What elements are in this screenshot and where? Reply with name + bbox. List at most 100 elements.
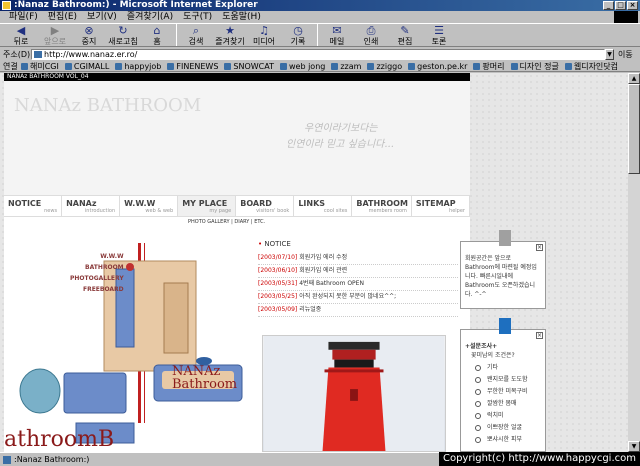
nav-www[interactable]: W.W.W web & web	[120, 196, 179, 216]
history-button[interactable]: ◷ 기록	[281, 24, 315, 47]
nav-my-place[interactable]: MY PLACE my page	[178, 196, 237, 216]
nav-sitemap[interactable]: SITEMAP helper	[412, 196, 470, 216]
link-item[interactable]: web jong	[280, 62, 325, 71]
menu-help[interactable]: 도움말(H)	[217, 11, 266, 23]
notice-row[interactable]: [2003/05/25] 아직 완성되지 못한 부분이 많네요^^;	[258, 291, 458, 304]
stop-button[interactable]: ⊗ 중지	[72, 24, 106, 47]
page-icon	[34, 50, 42, 58]
popup-drag-marker[interactable]	[499, 230, 511, 246]
home-button[interactable]: ⌂ 홈	[140, 24, 174, 47]
radio-button[interactable]	[475, 365, 481, 371]
notice-row[interactable]: [2003/07/10] 회원가입 에러 수정	[258, 252, 458, 265]
slogan-line-1: 우연이라기보다는	[304, 123, 378, 134]
menu-favorites[interactable]: 즐겨찾기(A)	[122, 11, 178, 23]
discuss-button[interactable]: ☰ 토론	[422, 24, 456, 47]
link-item[interactable]: zziggo	[367, 62, 402, 71]
scroll-down-button[interactable]: ▼	[628, 441, 640, 452]
nav-notice[interactable]: NOTICE news	[4, 196, 63, 216]
popup-close-icon[interactable]: ×	[536, 244, 543, 251]
link-page-icon	[280, 62, 287, 70]
notice-title: • NOTICE	[258, 240, 291, 248]
link-item[interactable]: 웹디자인닷컴	[564, 61, 618, 72]
left-menu-bathroom[interactable]: BATHROOM	[70, 262, 124, 273]
forward-arrow-icon: ▶	[50, 24, 60, 37]
left-menu-www[interactable]: W.W.W	[70, 251, 123, 262]
notice-popup: × 회원공간은 앞으로 Bathroom에 마련될 예정입니다. 빠른시일내에 …	[460, 230, 546, 309]
notice-row[interactable]: [2003/05/31] 4번째 Bathroom OPEN	[258, 278, 458, 291]
scroll-thumb[interactable]	[628, 84, 640, 174]
mail-button[interactable]: ✉ 메일	[320, 24, 354, 47]
address-dropdown-button[interactable]: ▼	[605, 48, 614, 60]
link-item[interactable]: SNOWCAT	[224, 62, 274, 71]
search-button[interactable]: ⌕ 검색	[179, 24, 213, 47]
home-icon: ⌂	[153, 24, 161, 37]
edit-icon: ✎	[400, 24, 410, 37]
link-item[interactable]: happyjob	[115, 62, 161, 71]
link-item[interactable]: 해미CGI	[21, 61, 59, 72]
link-item[interactable]: zzam	[331, 62, 361, 71]
poll-question: 꽃미남의 조건은?	[471, 352, 515, 359]
radio-button[interactable]	[475, 413, 481, 419]
mail-icon: ✉	[332, 24, 342, 37]
notice-row[interactable]: [2003/06/10] 회원가입 에러 관련	[258, 265, 458, 278]
print-button[interactable]: ⎙ 인쇄	[354, 24, 388, 47]
notice-row[interactable]: [2003/05/09] 리뉴얼중	[258, 304, 458, 317]
discuss-icon: ☰	[434, 24, 444, 37]
menu-file[interactable]: 파일(F)	[4, 11, 43, 23]
maximize-button[interactable]: □	[615, 1, 626, 10]
link-page-icon	[367, 62, 375, 70]
link-item[interactable]: geston.pe.kr	[408, 62, 467, 71]
link-page-icon	[408, 62, 416, 70]
poll-option[interactable]: 무한한 미목구비	[475, 386, 541, 398]
sub-nav[interactable]: PHOTO GALLERY | DIARY | ETC.	[188, 219, 265, 225]
address-label: 주소(D)	[3, 49, 31, 59]
nav-bathroom[interactable]: BATHROOM members room	[352, 196, 412, 216]
menu-view[interactable]: 보기(V)	[82, 11, 122, 23]
forward-button[interactable]: ▶ 앞으로	[38, 24, 72, 47]
radio-button[interactable]	[475, 437, 481, 443]
poll-option[interactable]: 이쁘장한 얼굴	[475, 422, 541, 434]
close-button[interactable]: ×	[627, 1, 638, 10]
windows-logo-icon	[614, 11, 638, 23]
left-menu-freeboard[interactable]: FREEBOARD	[70, 284, 124, 295]
link-item[interactable]: FINENEWS	[167, 62, 218, 71]
poll-option[interactable]: 뽀샤시한 피부	[475, 434, 541, 446]
link-item[interactable]: CGIMALL	[64, 62, 109, 71]
nav-nanaz[interactable]: NANAz introduction	[62, 196, 121, 216]
poll-option[interactable]: 왠지모를 도도함	[475, 374, 541, 386]
radio-button[interactable]	[475, 377, 481, 383]
poll-option[interactable]: 기타	[475, 362, 541, 374]
print-icon: ⎙	[366, 24, 376, 37]
minimize-button[interactable]: _	[603, 1, 614, 10]
popup-close-icon[interactable]: ×	[536, 332, 543, 339]
status-text: :Nanaz Bathroom:)	[14, 455, 90, 464]
link-page-icon	[115, 62, 123, 70]
nav-links[interactable]: LINKS cool sites	[294, 196, 353, 216]
poll-option[interactable]: 깔쌈한 몸매	[475, 398, 541, 410]
poll-option[interactable]: 럭치미	[475, 410, 541, 422]
go-button[interactable]: 이동	[618, 49, 633, 60]
menu-tools[interactable]: 도구(T)	[178, 11, 217, 23]
vertical-scrollbar[interactable]: ▲ ▼	[628, 73, 640, 452]
link-item[interactable]: 디자인 정글	[510, 61, 559, 72]
radio-button[interactable]	[475, 401, 481, 407]
bathroom-script-text: athroomB	[4, 427, 115, 452]
media-button[interactable]: ♫ 미디어	[247, 24, 281, 47]
site-brand[interactable]: NANAz BATHROOM	[14, 95, 201, 116]
address-input[interactable]: http://www.nanaz.er.ro/	[31, 48, 605, 60]
radio-button[interactable]	[475, 425, 481, 431]
refresh-button[interactable]: ↻ 새로고침	[106, 24, 140, 47]
nav-board[interactable]: BOARD visitors' book	[236, 196, 295, 216]
back-button[interactable]: ◀ 뒤로	[4, 24, 38, 47]
site-header-strip: NANAz BATHROOM VOL_04	[4, 73, 470, 81]
popup-drag-marker[interactable]	[499, 318, 511, 334]
edit-button[interactable]: ✎ 편집	[388, 24, 422, 47]
radio-button[interactable]	[475, 389, 481, 395]
favorites-button[interactable]: ★ 즐겨찾기	[213, 24, 247, 47]
window-titlebar[interactable]: :Nanaz Bathroom:) - Microsoft Internet E…	[0, 0, 640, 11]
menu-edit[interactable]: 편집(E)	[43, 11, 82, 23]
left-menu-photogallery[interactable]: PHOTOGALLERY	[70, 273, 124, 284]
copyright-notice: Copyright(c) http://www.happycgi.com	[438, 452, 640, 466]
link-item[interactable]: 팡머리	[473, 61, 505, 72]
scroll-up-button[interactable]: ▲	[628, 73, 640, 84]
